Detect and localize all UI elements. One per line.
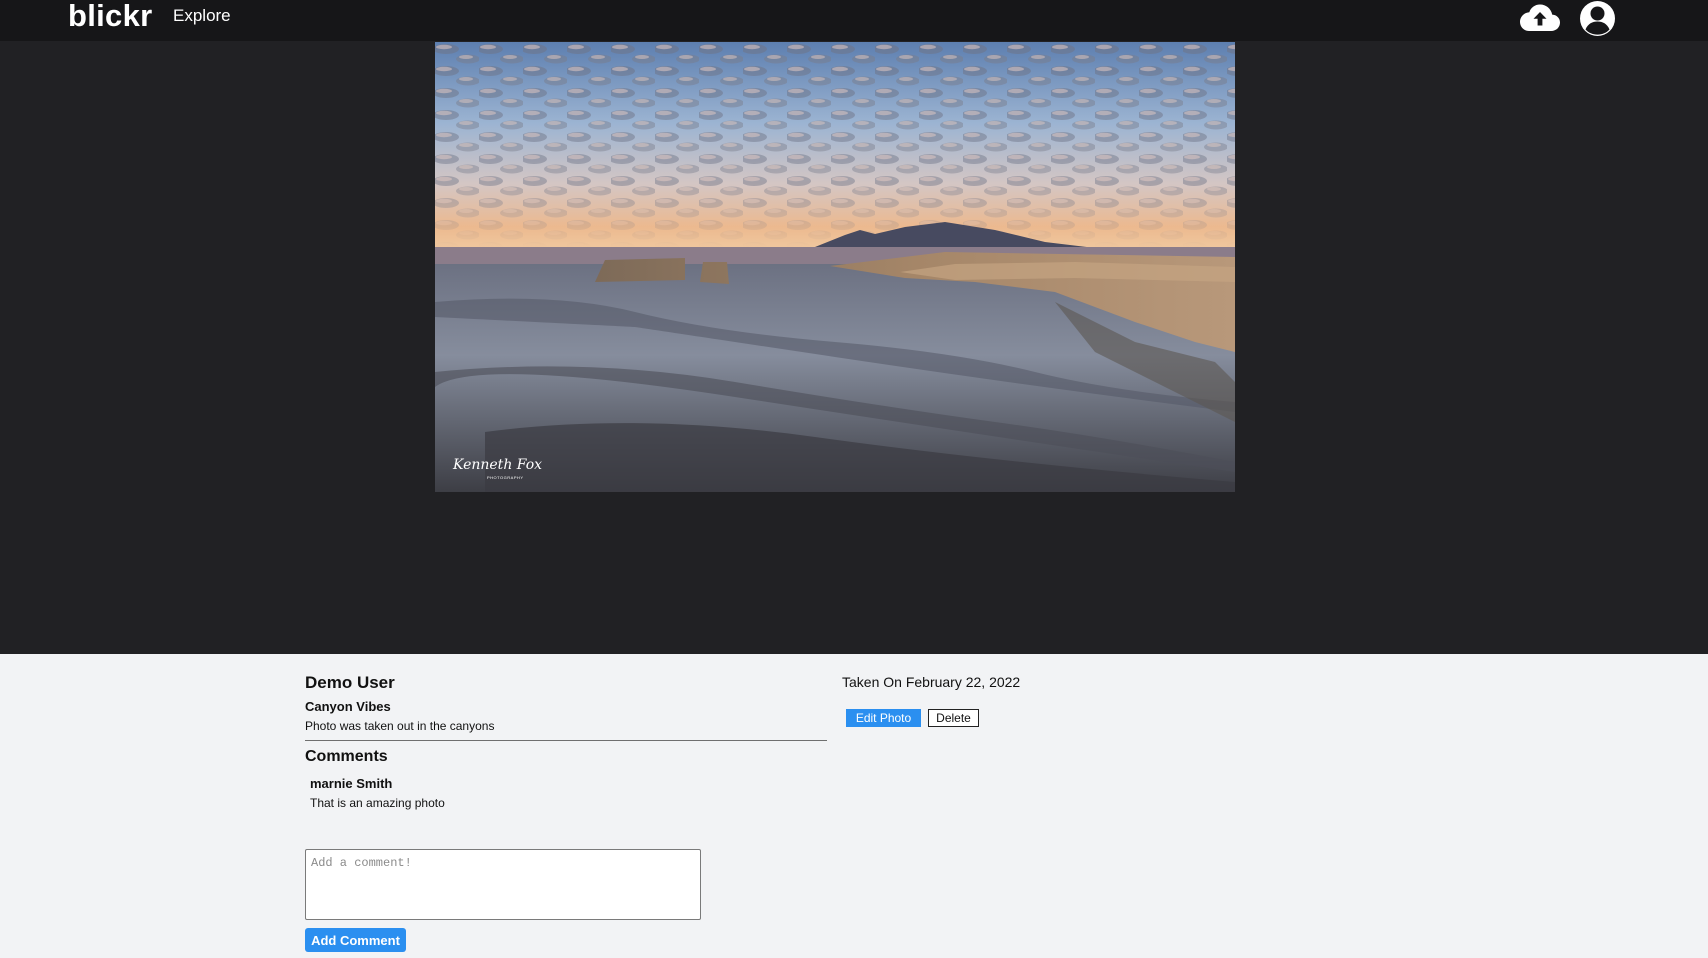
edit-photo-button[interactable]: Edit Photo: [846, 709, 921, 727]
taken-on-date: Taken On February 22, 2022: [842, 674, 1021, 690]
nav-explore-link[interactable]: Explore: [173, 6, 231, 26]
photo-title: Canyon Vibes: [305, 699, 391, 714]
cloud-upload-icon[interactable]: [1519, 1, 1561, 34]
photo-description: Photo was taken out in the canyons: [305, 719, 495, 733]
site-logo[interactable]: blickr: [68, 0, 153, 34]
comment-text: That is an amazing photo: [310, 796, 445, 810]
delete-photo-button[interactable]: Delete: [928, 709, 979, 727]
watermark-subtitle: PHOTOGRAPHY: [487, 475, 524, 480]
comment-input[interactable]: [305, 849, 701, 920]
user-circle-icon[interactable]: [1579, 0, 1616, 37]
section-divider: [305, 740, 827, 741]
photo-details: Demo User Canyon Vibes Photo was taken o…: [0, 654, 1708, 958]
add-comment-button[interactable]: Add Comment: [305, 928, 406, 952]
top-navbar: blickr Explore: [0, 0, 1708, 42]
main-photo: Kenneth Fox PHOTOGRAPHY: [435, 42, 1235, 492]
comment-author: marnie Smith: [310, 776, 393, 791]
watermark-name: Kenneth Fox: [452, 457, 542, 473]
photo-stage: Kenneth Fox PHOTOGRAPHY: [0, 41, 1708, 654]
comments-heading: Comments: [305, 748, 388, 765]
owner-name[interactable]: Demo User: [305, 673, 395, 693]
